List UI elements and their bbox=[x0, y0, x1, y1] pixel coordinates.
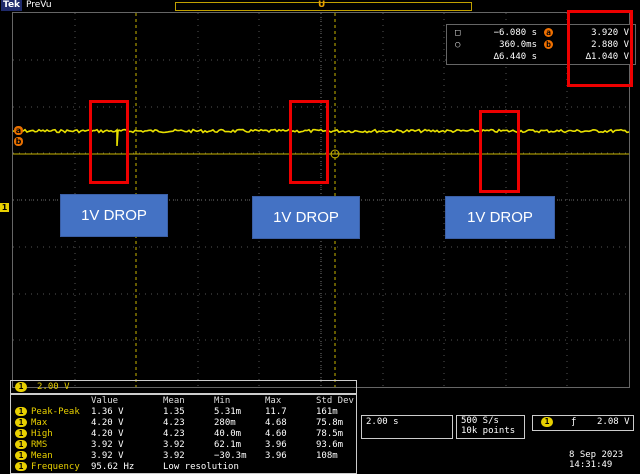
measurement-cell: 75.8m bbox=[316, 418, 344, 428]
measurement-row: 1 RMS 3.92 V 3.92 62.1m 3.96 93.6m bbox=[11, 440, 356, 450]
header-value: Value bbox=[91, 396, 119, 406]
measurement-cell: 3.96 bbox=[265, 451, 287, 461]
tek-logo: Tek bbox=[1, 0, 23, 11]
channel-1-scale: 2.00 V bbox=[37, 382, 70, 392]
record-length: 10k points bbox=[461, 426, 516, 436]
measurement-source-badge: 1 bbox=[15, 440, 27, 449]
trigger-level: 2.08 V bbox=[597, 417, 630, 427]
header-min: Min bbox=[214, 396, 231, 406]
measurement-name: Max bbox=[31, 418, 48, 428]
measurement-cell: 4.20 V bbox=[91, 418, 124, 428]
measurement-cell: 40.0m bbox=[214, 429, 242, 439]
square-cursor-icon: □ bbox=[455, 28, 461, 38]
measurement-source-badge: 1 bbox=[15, 418, 27, 427]
trigger-readout[interactable]: 1 ƒ 2.08 V bbox=[532, 415, 634, 431]
horizontal-scale: 2.00 s bbox=[366, 417, 399, 427]
drop-callout-1: 1V DROP bbox=[60, 194, 168, 237]
reference-a-marker[interactable]: a bbox=[14, 126, 23, 135]
acquisition-status: PreVu bbox=[26, 0, 52, 10]
channel-1-scale-readout[interactable]: 1 2.00 V bbox=[10, 380, 357, 394]
time: 14:31:49 bbox=[569, 460, 613, 470]
circle-cursor-icon: ○ bbox=[455, 40, 461, 50]
measurement-table[interactable]: Value Mean Min Max Std Dev 1 Peak-Peak 1.3… bbox=[10, 394, 357, 474]
measurement-cell: Low resolution bbox=[163, 462, 239, 472]
measurement-cell: 4.20 V bbox=[91, 429, 124, 439]
measurement-header-row: Value Mean Min Max Std Dev bbox=[11, 396, 356, 406]
measurement-cell: 1.36 V bbox=[91, 407, 124, 417]
channel-1-ground-marker[interactable]: 1 bbox=[0, 203, 9, 212]
measurement-cell: 108m bbox=[316, 451, 338, 461]
measurement-row: 1 Mean 3.92 V 3.92 −30.3m 3.96 108m bbox=[11, 451, 356, 461]
drop-callout-3: 1V DROP bbox=[445, 196, 555, 239]
header-max: Max bbox=[265, 396, 282, 406]
rising-edge-icon: ƒ bbox=[571, 417, 577, 427]
measurement-cell: 95.62 Hz bbox=[91, 462, 135, 472]
drop-highlight-1 bbox=[89, 100, 129, 184]
header-mean: Mean bbox=[163, 396, 185, 406]
measurement-cell: 3.92 bbox=[163, 440, 185, 450]
measurement-name: Mean bbox=[31, 451, 53, 461]
measurement-cell: 93.6m bbox=[316, 440, 344, 450]
drop-highlight-3 bbox=[479, 110, 520, 193]
measurement-cell: 280m bbox=[214, 418, 236, 428]
measurement-row: 1 Max 4.20 V 4.23 280m 4.68 75.8m bbox=[11, 418, 356, 428]
cursor-a-tag: a bbox=[544, 28, 553, 37]
cursor-delta-time: ∆6.440 s bbox=[493, 52, 537, 62]
channel-1-badge: 1 bbox=[15, 382, 27, 392]
measurement-name: Frequency bbox=[31, 462, 80, 472]
acquisition-readout[interactable]: 500 S/s 10k points bbox=[456, 415, 525, 439]
measurement-row: 1 Frequency 95.62 Hz Low resolution bbox=[11, 462, 356, 472]
measurement-source-badge: 1 bbox=[15, 462, 27, 471]
trigger-source-badge: 1 bbox=[541, 417, 553, 427]
measurement-cell: 4.23 bbox=[163, 429, 185, 439]
measurement-cell: −30.3m bbox=[214, 451, 247, 461]
cursor-a-time: −6.080 s bbox=[493, 28, 537, 38]
measurement-cell: 62.1m bbox=[214, 440, 242, 450]
measurement-row: 1 High 4.20 V 4.23 40.0m 4.60 78.5m bbox=[11, 429, 356, 439]
measurement-source-badge: 1 bbox=[15, 429, 27, 438]
reference-b-marker[interactable]: b bbox=[14, 137, 23, 146]
measurement-cell: 11.7 bbox=[265, 407, 287, 417]
measurement-name: Peak-Peak bbox=[31, 407, 80, 417]
measurement-cell: 78.5m bbox=[316, 429, 344, 439]
drop-callout-2: 1V DROP bbox=[252, 196, 360, 239]
measurement-cell: 5.31m bbox=[214, 407, 242, 417]
measurement-cell: 3.96 bbox=[265, 440, 287, 450]
measurement-cell: 161m bbox=[316, 407, 338, 417]
measurement-cell: 4.60 bbox=[265, 429, 287, 439]
cursor-b-tag: b bbox=[544, 40, 553, 49]
measurement-cell: 1.35 bbox=[163, 407, 185, 417]
measurement-name: RMS bbox=[31, 440, 48, 450]
cursor-b-time: 360.0ms bbox=[499, 40, 537, 50]
header-std-dev: Std Dev bbox=[316, 396, 354, 406]
measurement-name: High bbox=[31, 429, 53, 439]
measurement-source-badge: 1 bbox=[15, 451, 27, 460]
trigger-position-marker[interactable]: U bbox=[318, 0, 325, 10]
voltage-readout-highlight bbox=[567, 10, 633, 87]
measurement-cell: 4.68 bbox=[265, 418, 287, 428]
measurement-source-badge: 1 bbox=[15, 407, 27, 416]
measurement-cell: 4.23 bbox=[163, 418, 185, 428]
measurement-row: 1 Peak-Peak 1.36 V 1.35 5.31m 11.7 161m bbox=[11, 407, 356, 417]
timebase-readout[interactable]: 2.00 s bbox=[361, 415, 453, 439]
drop-highlight-2 bbox=[289, 100, 329, 184]
measurement-cell: 3.92 bbox=[163, 451, 185, 461]
measurement-cell: 3.92 V bbox=[91, 440, 124, 450]
measurement-cell: 3.92 V bbox=[91, 451, 124, 461]
